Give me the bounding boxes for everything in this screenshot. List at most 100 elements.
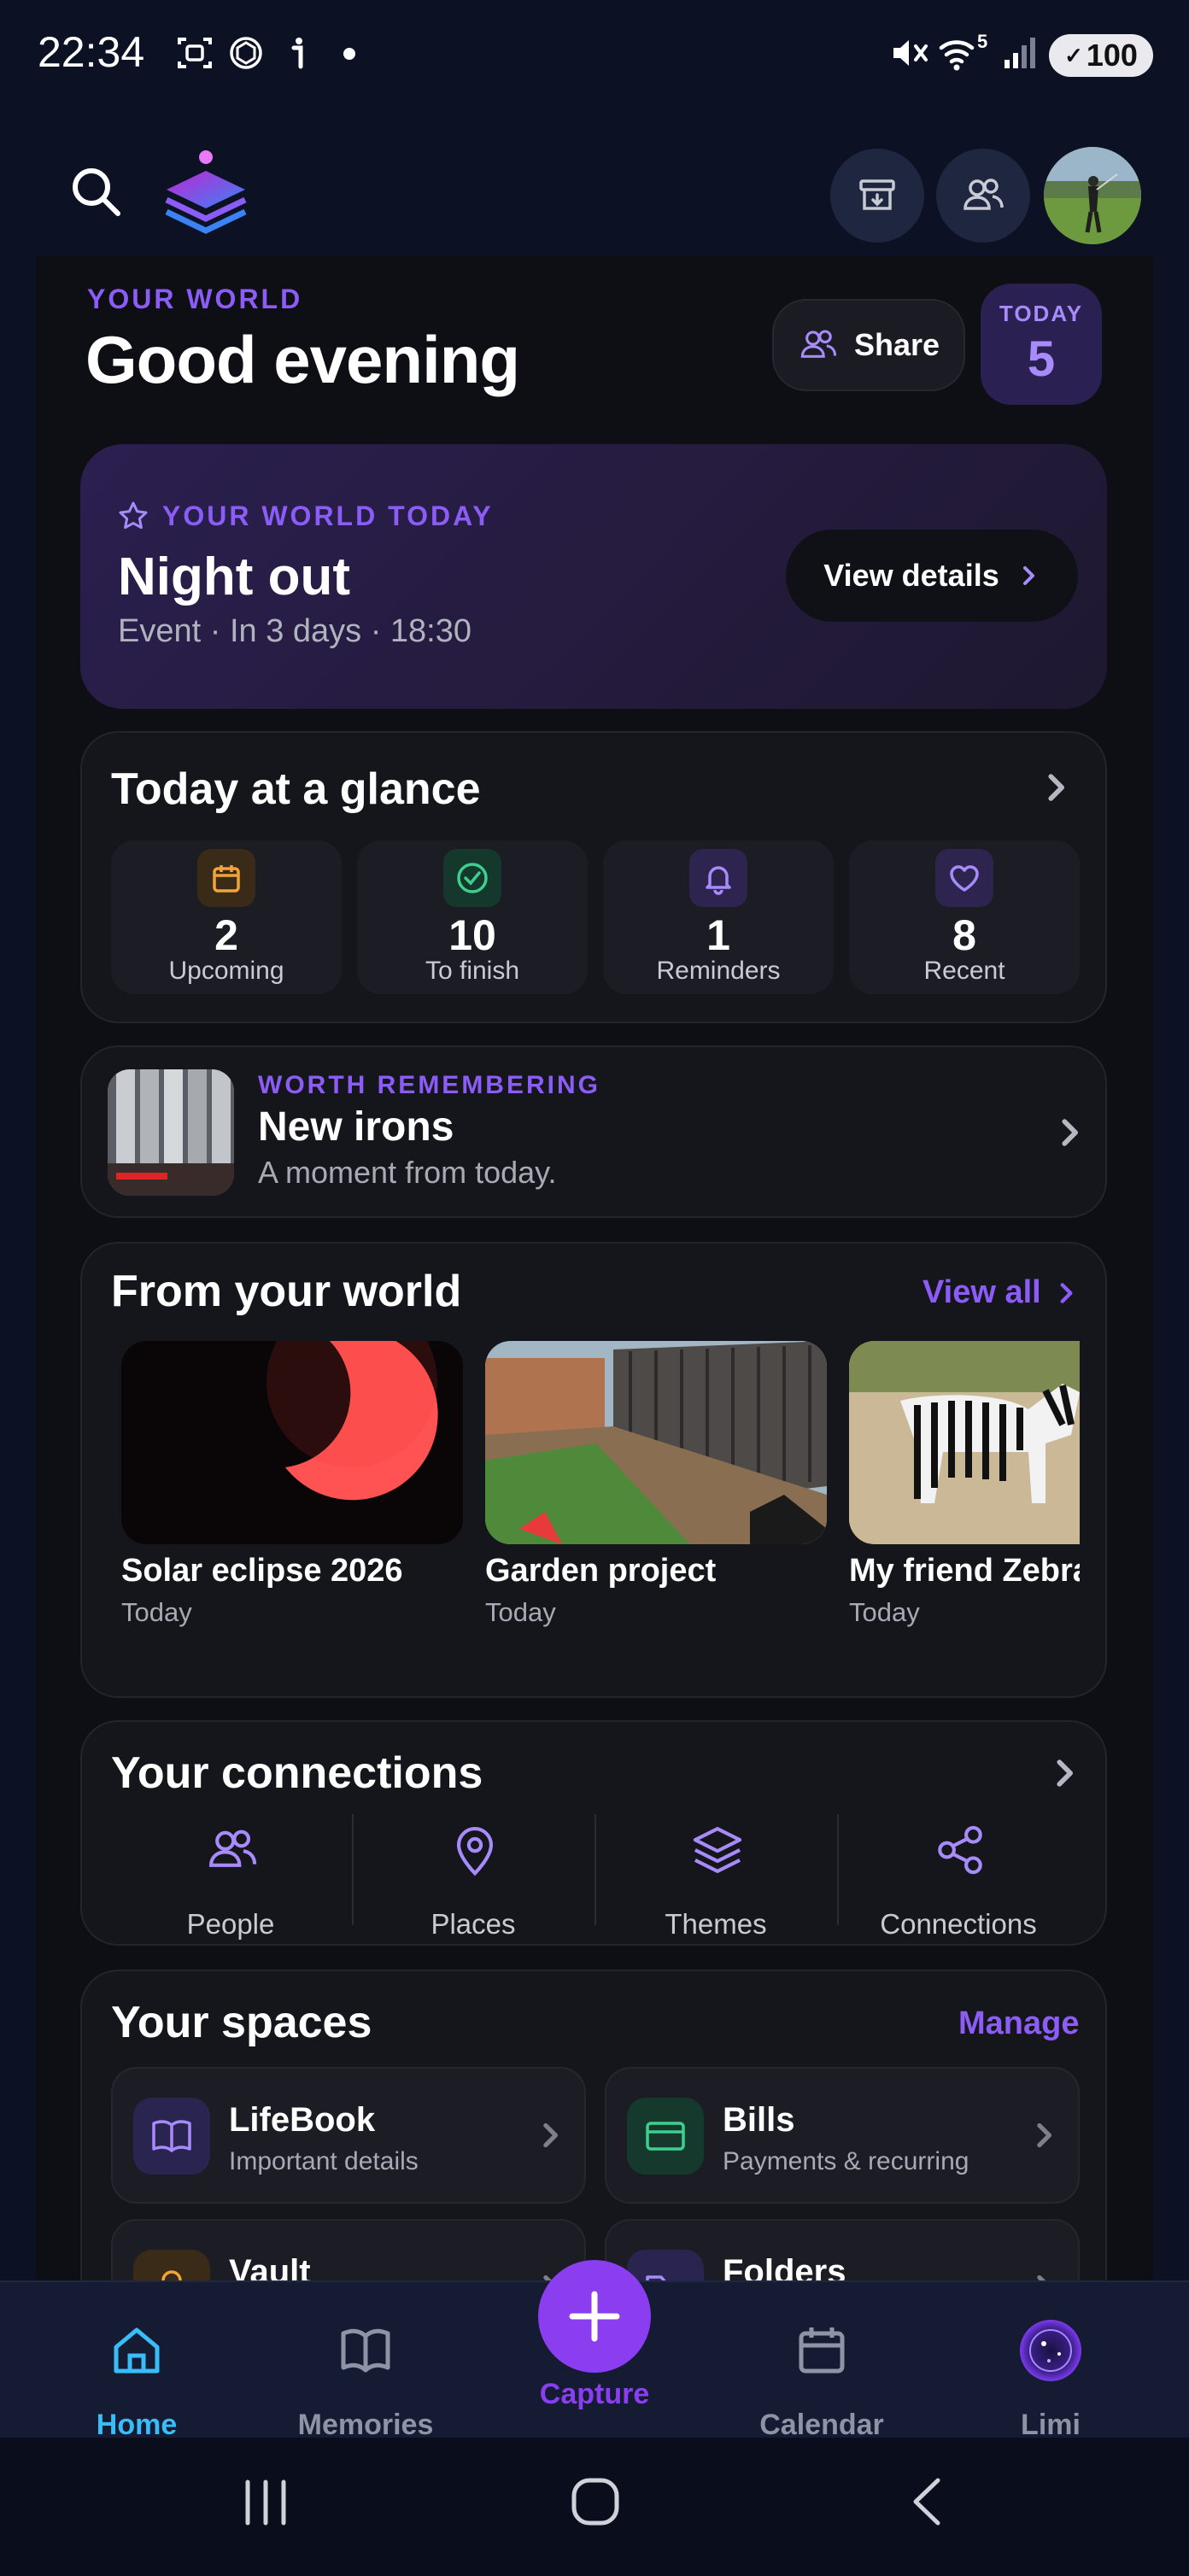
highlight-title: Night out — [118, 547, 351, 606]
battery-icon: ✓ 100 — [1049, 34, 1153, 77]
archive-button[interactable] — [830, 149, 924, 243]
dot-icon — [343, 48, 355, 60]
chevron-right-icon — [1062, 1119, 1078, 1146]
chevron-right-icon — [543, 2122, 558, 2148]
chevron-right-icon[interactable] — [1047, 1756, 1081, 1790]
app-logo-icon — [165, 150, 247, 234]
avatar[interactable] — [1044, 147, 1141, 244]
glance-item-reminders[interactable]: 1 Reminders — [603, 840, 834, 994]
view-details-button[interactable]: View details — [786, 530, 1078, 622]
connection-label: Connections — [880, 1908, 1037, 1940]
highlight-kicker: YOUR WORLD TODAY — [162, 501, 494, 531]
eclipse-photo — [121, 1341, 463, 1544]
world-item-title: Solar eclipse 2026 — [121, 1553, 403, 1589]
lock-icon — [133, 2250, 210, 2280]
search-icon[interactable] — [68, 164, 123, 219]
glance-label: Upcoming — [168, 957, 284, 985]
world-carousel[interactable]: Solar eclipse 2026 Today Garden project … — [111, 1341, 1080, 1683]
remember-subtitle: A moment from today. — [258, 1155, 557, 1190]
world-title: From your world — [111, 1267, 462, 1316]
space-bills[interactable]: Bills Payments & recurring — [605, 2067, 1080, 2204]
recent-apps-icon[interactable] — [239, 2477, 292, 2528]
glance-value: 10 — [448, 911, 496, 959]
bottom-nav: Home Memories Capture Calendar Limi — [0, 2260, 1189, 2441]
chevron-right-icon — [1037, 2274, 1046, 2280]
chevron-right-icon — [1060, 1282, 1073, 1303]
space-subtitle: Important details — [229, 2147, 419, 2175]
screenshot-icon — [178, 38, 212, 68]
world-item-title: Garden project — [485, 1553, 717, 1589]
zebra-photo — [849, 1341, 1080, 1544]
back-icon[interactable] — [905, 2475, 950, 2528]
remember-kicker: WORTH REMEMBERING — [258, 1071, 600, 1099]
space-title: Bills — [723, 2101, 795, 2139]
glance-item-upcoming[interactable]: 2 Upcoming — [111, 840, 342, 994]
system-nav-bar — [0, 2438, 1189, 2576]
connection-label: Places — [430, 1908, 516, 1940]
connection-label: People — [186, 1908, 275, 1940]
glance-value: 8 — [952, 911, 976, 959]
view-details-label: View details — [823, 558, 999, 593]
battery-level: 100 — [1086, 38, 1138, 73]
world-item[interactable]: Garden project Today — [485, 1341, 827, 1666]
space-lifebook[interactable]: LifeBook Important details — [111, 2067, 586, 2204]
archive-icon — [859, 179, 895, 210]
glance-item-recent[interactable]: 8 Recent — [849, 840, 1080, 994]
today-badge[interactable]: TODAY 5 — [981, 284, 1102, 405]
today-count: 5 — [1027, 331, 1056, 387]
glance-label: Reminders — [656, 957, 781, 985]
connection-themes[interactable]: Themes — [596, 1823, 835, 1940]
share-label: Share — [853, 327, 940, 362]
share-nodes-icon — [938, 1825, 982, 1875]
connection-people[interactable]: People — [111, 1823, 350, 1940]
spaces-card: Your spaces Manage LifeBook Important de… — [80, 1970, 1107, 2280]
space-title: Folders — [723, 2253, 846, 2280]
friends-button[interactable] — [936, 149, 1030, 243]
world-item[interactable]: Solar eclipse 2026 Today — [121, 1341, 463, 1666]
chevron-right-icon[interactable] — [1039, 770, 1073, 805]
calendar-icon — [197, 849, 255, 907]
glance-item-to-finish[interactable]: 10 To finish — [357, 840, 588, 994]
info-icon — [291, 38, 303, 69]
heart-icon — [935, 849, 993, 907]
chevron-right-icon — [1022, 566, 1034, 585]
star-icon — [119, 501, 148, 530]
signal-icon — [1004, 38, 1035, 68]
connection-connections[interactable]: Connections — [839, 1823, 1078, 1940]
today-label: TODAY — [999, 301, 1084, 326]
space-folders[interactable]: Folders — [605, 2219, 1080, 2280]
layers-icon — [693, 1827, 742, 1873]
wifi-badge: 5 — [977, 31, 988, 52]
connection-places[interactable]: Places — [354, 1823, 593, 1940]
avatar-photo — [1044, 147, 1141, 244]
view-all-link[interactable]: View all — [922, 1274, 1079, 1311]
world-item-date: Today — [849, 1597, 920, 1627]
glance-label: To finish — [425, 957, 520, 985]
world-item-date: Today — [485, 1597, 556, 1627]
home-gesture-icon[interactable] — [569, 2475, 622, 2528]
highlight-card[interactable]: YOUR WORLD TODAY Night out Event · In 3 … — [80, 444, 1107, 709]
glance-value: 2 — [214, 911, 238, 959]
connections-title: Your connections — [111, 1748, 483, 1798]
world-item-date: Today — [121, 1597, 192, 1627]
connections-card: Your connections People Places Themes Co… — [80, 1720, 1107, 1946]
view-all-label: View all — [922, 1274, 1041, 1310]
highlight-subtitle: Event · In 3 days · 18:30 — [118, 613, 472, 649]
limi-orb-icon — [1020, 2320, 1081, 2381]
wifi-icon — [939, 40, 975, 71]
glance-card: Today at a glance 2 Upcoming 10 To finis… — [80, 731, 1107, 1023]
remember-card[interactable]: WORTH REMEMBERING New irons A moment fro… — [80, 1045, 1107, 1218]
people-icon — [209, 1830, 257, 1867]
status-time: 22:34 — [38, 28, 145, 76]
people-icon — [800, 330, 837, 358]
map-pin-icon — [456, 1827, 494, 1876]
space-vault[interactable]: Vault — [111, 2219, 586, 2280]
bell-icon — [689, 849, 747, 907]
capture-label: Capture — [539, 2378, 650, 2410]
capture-button[interactable] — [538, 2260, 651, 2373]
space-subtitle: Payments & recurring — [723, 2147, 969, 2175]
book-open-icon — [341, 2328, 390, 2373]
manage-link[interactable]: Manage — [958, 2005, 1079, 2042]
world-item[interactable]: My friend Zebra Today — [849, 1341, 1080, 1666]
share-button[interactable]: Share — [772, 299, 965, 391]
